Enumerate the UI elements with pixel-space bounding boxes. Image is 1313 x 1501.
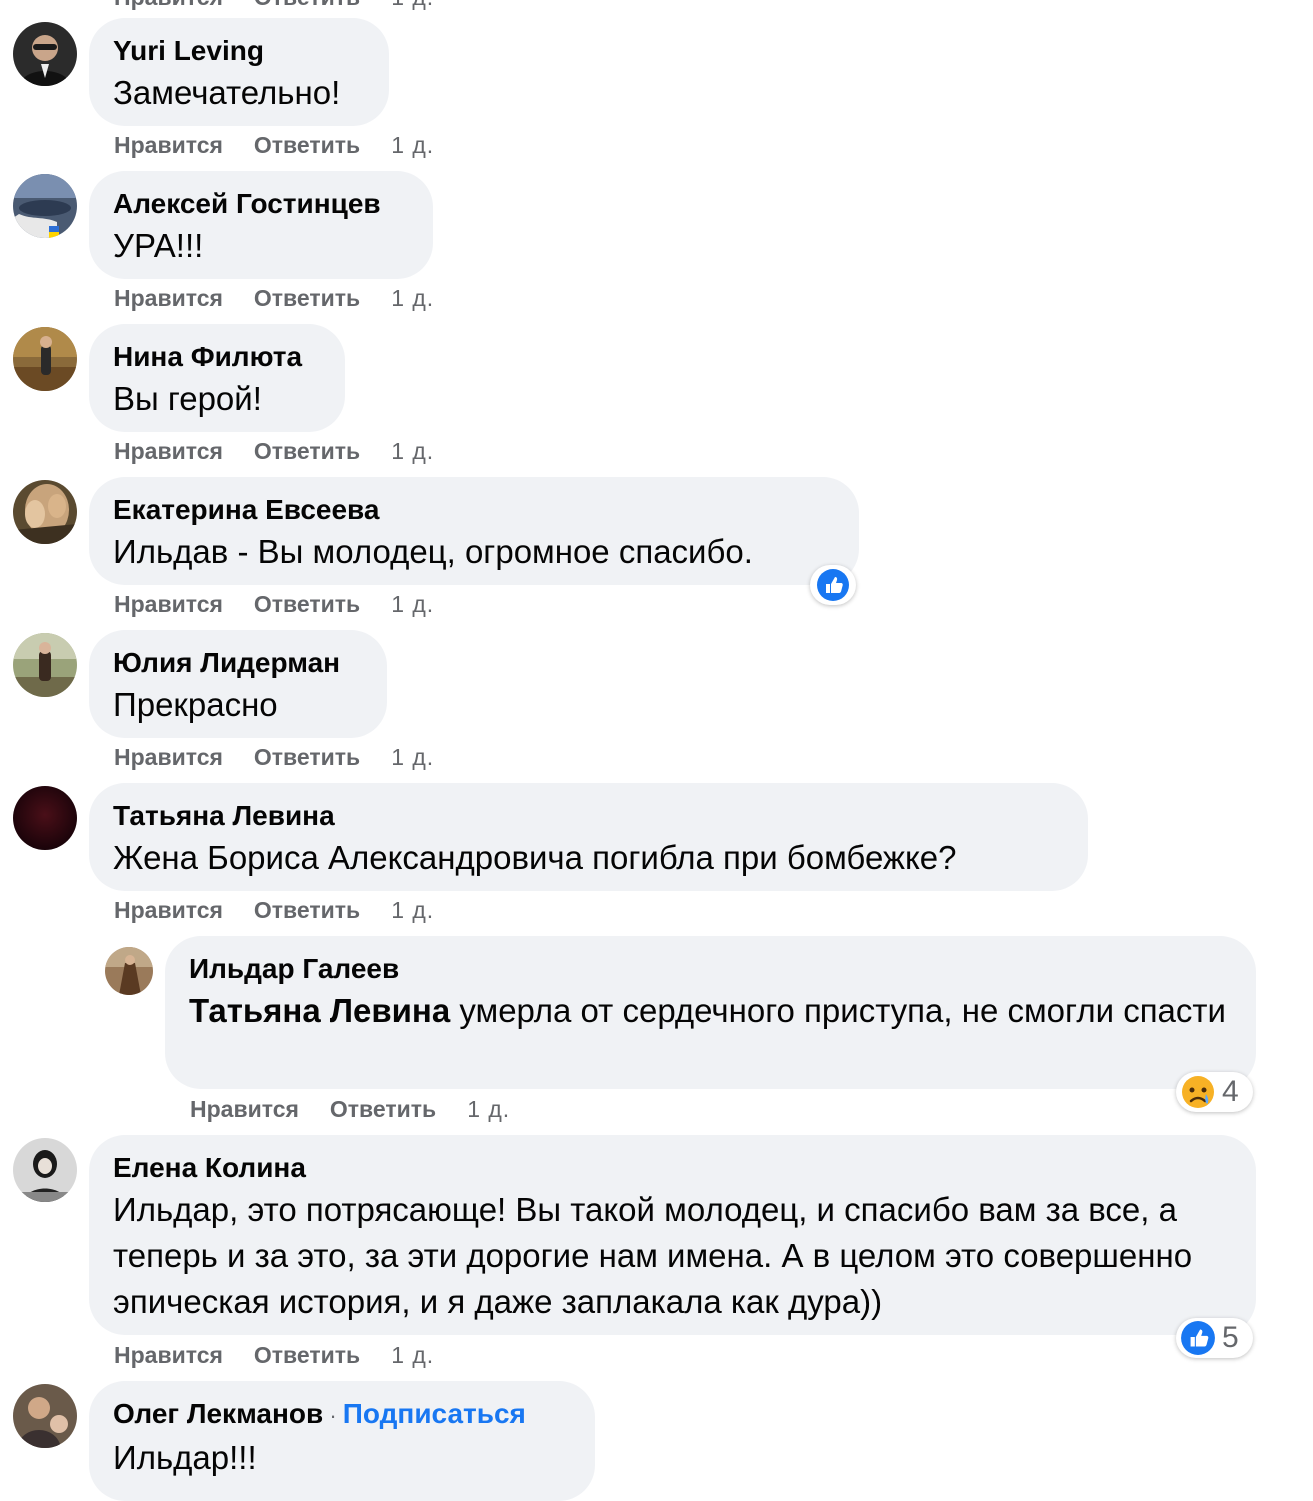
like-button[interactable]: Нравится [114, 897, 223, 924]
comment-bubble: Алексей Гостинцев УРА!!! [89, 171, 433, 279]
timestamp[interactable]: 1 д. [391, 132, 434, 159]
reply-button[interactable]: Ответить [254, 897, 360, 924]
comment-bubble: Нина Филюта Вы герой! [89, 324, 345, 432]
comment-actions: Нравится Ответить 1 д. [114, 285, 434, 312]
comment-text: Жена Бориса Александровича погибла при б… [113, 839, 957, 876]
author-name[interactable]: Татьяна Левина [113, 797, 1064, 835]
comment-text: Татьяна Левина умерла от сердечного прис… [189, 988, 1232, 1034]
author-name[interactable]: Нина Филюта [113, 338, 321, 376]
author-name[interactable]: Юлия Лидерман [113, 644, 363, 682]
comment-bubble: Елена Колина Ильдар, это потрясающе! Вы … [89, 1135, 1256, 1335]
reply-button[interactable]: Ответить [254, 1342, 360, 1369]
reaction-summary[interactable]: 5 [1176, 1318, 1253, 1358]
timestamp[interactable]: 1 д. [391, 897, 434, 924]
reply-button[interactable]: Ответить [330, 1096, 436, 1123]
like-button[interactable]: Нравится [190, 1096, 299, 1123]
reply-button[interactable]: Ответить [254, 0, 360, 11]
author-name[interactable]: Ильдар Галеев [189, 950, 1232, 988]
like-icon [817, 569, 849, 601]
timestamp[interactable]: 1 д. [467, 1096, 510, 1123]
author-name[interactable]: Олег Лекманов [113, 1398, 323, 1429]
timestamp[interactable]: 1 д. [391, 285, 434, 312]
timestamp[interactable]: 1 д. [391, 591, 434, 618]
like-button[interactable]: Нравится [114, 1342, 223, 1369]
follow-button[interactable]: Подписаться [343, 1398, 526, 1429]
comment-actions: Нравится Ответить 1 д. [114, 744, 434, 771]
timestamp[interactable]: 1 д. [391, 1342, 434, 1369]
avatar[interactable] [13, 786, 77, 850]
reaction-count: 4 [1222, 1075, 1239, 1108]
timestamp[interactable]: 1 д. [391, 744, 434, 771]
like-button[interactable]: Нравится [114, 744, 223, 771]
reply-button[interactable]: Ответить [254, 744, 360, 771]
avatar[interactable] [13, 480, 77, 544]
reaction-summary[interactable] [810, 565, 856, 605]
comment-text-body: умерла от сердечного приступа, не смогли… [450, 992, 1226, 1029]
like-button[interactable]: Нравится [114, 285, 223, 312]
author-name[interactable]: Екатерина Евсеева [113, 491, 835, 529]
cropped-actions: Нравится Ответить 1 д. [114, 0, 434, 11]
comment-actions: Нравится Ответить 1 д. [114, 591, 434, 618]
comment-text: Вы герой! [113, 380, 262, 417]
comment-bubble: Олег Лекманов · Подписаться Ильдар!!! [89, 1381, 595, 1501]
reply-button[interactable]: Ответить [254, 591, 360, 618]
avatar[interactable] [13, 327, 77, 391]
comment-text: Ильдар, это потрясающе! Вы такой молодец… [113, 1191, 1193, 1320]
comment-bubble: Yuri Leving Замечательно! [89, 18, 389, 126]
author-name[interactable]: Алексей Гостинцев [113, 185, 409, 223]
timestamp[interactable]: 1 д. [391, 438, 434, 465]
separator: · [323, 1403, 343, 1428]
comment-bubble: Екатерина Евсеева Ильдав - Вы молодец, о… [89, 477, 859, 585]
comment-text: Ильдав - Вы молодец, огромное спасибо. [113, 533, 753, 570]
timestamp: 1 д. [391, 0, 434, 11]
avatar[interactable] [13, 174, 77, 238]
comment-actions: Нравится Ответить 1 д. [114, 1342, 434, 1369]
comment-actions: Нравится Ответить 1 д. [114, 897, 434, 924]
author-name-row: Олег Лекманов · Подписаться [113, 1395, 571, 1435]
comment-text: Замечательно! [113, 74, 341, 111]
like-button[interactable]: Нравится [114, 438, 223, 465]
reply-button[interactable]: Ответить [254, 132, 360, 159]
author-name[interactable]: Елена Колина [113, 1149, 1232, 1187]
reaction-summary[interactable]: 4 [1176, 1072, 1253, 1112]
comment-text: УРА!!! [113, 227, 204, 264]
like-button[interactable]: Нравится [114, 591, 223, 618]
comment-bubble: Татьяна Левина Жена Бориса Александрович… [89, 783, 1088, 891]
avatar[interactable] [105, 947, 153, 995]
comment-bubble: Юлия Лидерман Прекрасно [89, 630, 387, 738]
avatar[interactable] [13, 633, 77, 697]
avatar[interactable] [13, 1384, 77, 1448]
like-button[interactable]: Нравится [114, 132, 223, 159]
sad-icon [1182, 1076, 1214, 1108]
comment-bubble: Ильдар Галеев Татьяна Левина умерла от с… [165, 936, 1256, 1089]
reaction-count: 5 [1222, 1321, 1239, 1354]
comment-actions: Нравится Ответить 1 д. [114, 132, 434, 159]
like-button[interactable]: Нравится [114, 0, 223, 11]
avatar[interactable] [13, 1138, 77, 1202]
comment-text: Ильдар!!! [113, 1439, 257, 1476]
reply-button[interactable]: Ответить [254, 438, 360, 465]
mention-link[interactable]: Татьяна Левина [189, 992, 450, 1029]
comment-actions: Нравится Ответить 1 д. [114, 438, 434, 465]
avatar[interactable] [13, 22, 77, 86]
author-name[interactable]: Yuri Leving [113, 32, 365, 70]
comment-actions: Нравится Ответить 1 д. [190, 1096, 510, 1123]
comment-text: Прекрасно [113, 686, 278, 723]
like-icon [1181, 1321, 1215, 1355]
reply-button[interactable]: Ответить [254, 285, 360, 312]
